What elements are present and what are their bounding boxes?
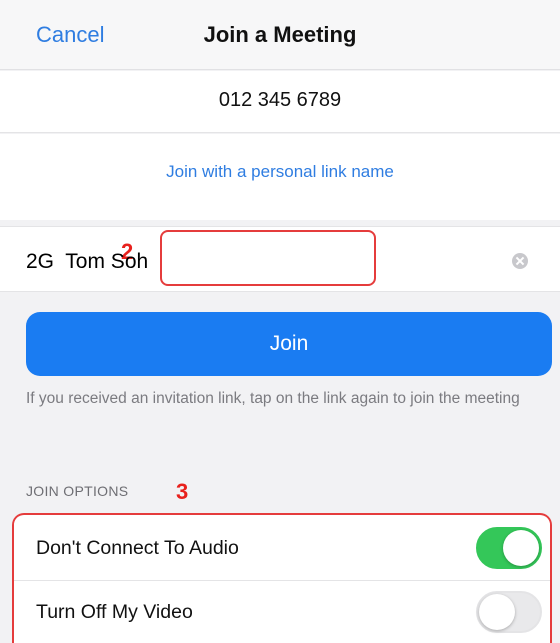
- page-title: Join a Meeting: [203, 22, 357, 47]
- personal-link-row: Join with a personal link name: [0, 134, 560, 220]
- annotation-step-3: 3: [176, 479, 189, 504]
- name-input[interactable]: 2G Tom Soh: [26, 250, 148, 274]
- invitation-hint-text: If you received an invitation link, tap …: [26, 390, 520, 407]
- option-row-video: Turn Off My Video: [14, 581, 550, 643]
- option-label-video: Turn Off My Video: [36, 601, 193, 623]
- join-options-list: Don't Connect To Audio Turn Off My Video: [12, 513, 552, 643]
- name-field-row: 2 2G Tom Soh: [0, 226, 560, 292]
- annotation-highlight-name: [160, 230, 376, 286]
- meeting-id-value: 012 345 6789: [218, 89, 342, 111]
- join-button[interactable]: Join: [26, 312, 552, 376]
- option-label-audio: Don't Connect To Audio: [36, 537, 239, 559]
- navigation-bar: Cancel Join a Meeting: [0, 0, 560, 70]
- join-options-header: JOIN OPTIONS: [26, 483, 129, 499]
- meeting-id-field[interactable]: 012 345 6789: [0, 71, 560, 133]
- toggle-knob: [479, 594, 515, 630]
- clear-text-icon[interactable]: [512, 253, 528, 269]
- audio-toggle[interactable]: [476, 527, 542, 569]
- toggle-knob: [503, 530, 539, 566]
- video-toggle[interactable]: [476, 591, 542, 633]
- option-row-audio: Don't Connect To Audio: [14, 517, 550, 581]
- personal-link-button[interactable]: Join with a personal link name: [0, 162, 560, 182]
- join-button-label: Join: [269, 332, 309, 355]
